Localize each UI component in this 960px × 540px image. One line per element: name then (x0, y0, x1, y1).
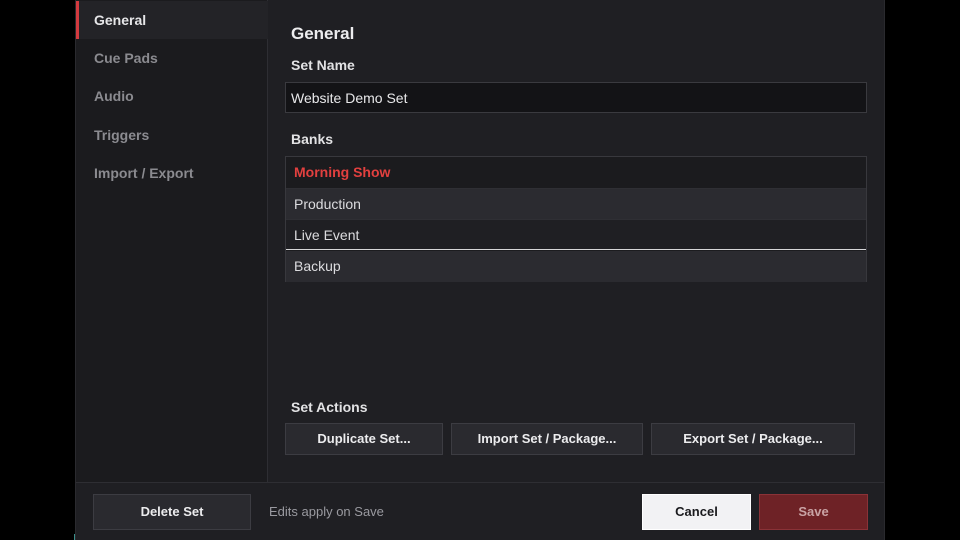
set-name-label: Set Name (291, 57, 355, 73)
bank-item-live-event[interactable]: Live Event (286, 219, 866, 250)
sidebar-item-import-export[interactable]: Import / Export (76, 154, 268, 192)
banks-label: Banks (291, 131, 334, 147)
settings-dialog: General Cue Pads Audio Triggers Import /… (75, 0, 885, 540)
set-actions-label: Set Actions (291, 399, 368, 415)
general-settings-panel: General Set Name Banks Morning Show Prod… (268, 0, 885, 482)
sidebar-item-triggers[interactable]: Triggers (76, 116, 268, 154)
delete-set-button[interactable]: Delete Set (93, 494, 251, 530)
set-name-input[interactable] (285, 82, 867, 113)
bank-item-morning-show[interactable]: Morning Show (286, 157, 866, 188)
banks-list: Morning Show Production Live Event Backu… (285, 156, 867, 282)
sidebar-nav: General Cue Pads Audio Triggers Import /… (76, 0, 268, 482)
bank-item-production[interactable]: Production (286, 188, 866, 219)
sidebar-item-cue-pads[interactable]: Cue Pads (76, 39, 268, 77)
dialog-footer: Delete Set Edits apply on Save Cancel Sa… (76, 482, 884, 540)
sidebar-item-audio[interactable]: Audio (76, 77, 268, 115)
save-button[interactable]: Save (759, 494, 868, 530)
duplicate-set-button[interactable]: Duplicate Set... (285, 423, 443, 455)
sidebar-item-general[interactable]: General (76, 1, 268, 39)
save-hint-text: Edits apply on Save (269, 504, 384, 519)
page-title: General (291, 24, 355, 43)
export-set-button[interactable]: Export Set / Package... (651, 423, 855, 455)
cancel-button[interactable]: Cancel (642, 494, 751, 530)
bank-item-backup[interactable]: Backup (286, 251, 866, 282)
import-set-button[interactable]: Import Set / Package... (451, 423, 643, 455)
